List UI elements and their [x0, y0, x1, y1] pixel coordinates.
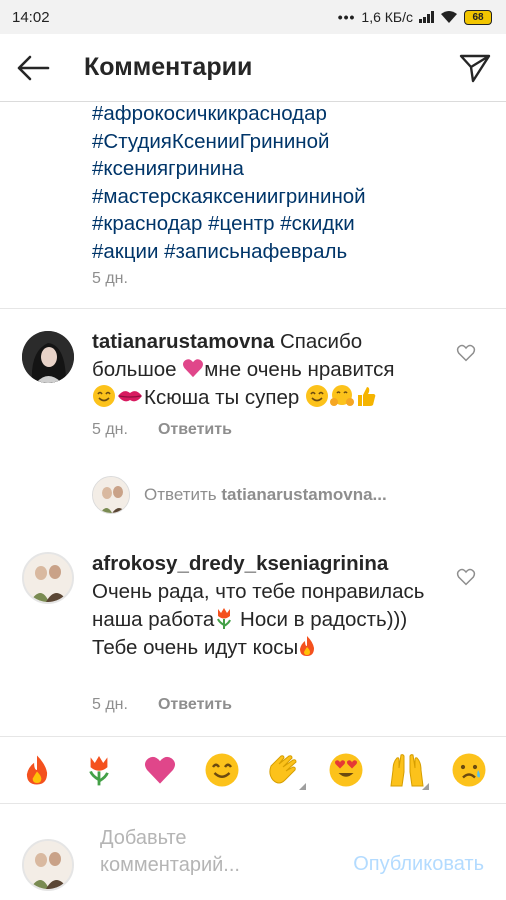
status-icons: ••• 1,6 КБ/с 68 — [338, 9, 492, 25]
divider — [0, 308, 506, 309]
emoji-heart-eyes-button[interactable] — [326, 750, 366, 790]
smiling-face-icon — [306, 385, 329, 407]
status-time: 14:02 — [12, 8, 50, 26]
reply-to-label: Ответить tatianarustamovna... — [144, 485, 387, 504]
profile-photo-icon — [24, 841, 72, 889]
emoji-heart-button[interactable] — [140, 750, 180, 790]
battery-icon: 68 — [464, 9, 492, 25]
back-button[interactable] — [0, 34, 66, 102]
emoji-tulip-button[interactable] — [79, 750, 119, 790]
hashtag-line[interactable]: #ксениягринина — [92, 155, 492, 183]
comment-username[interactable]: afrokosy_dredy_kseniagrinina — [92, 552, 388, 575]
smiling-face-icon — [205, 753, 239, 787]
arrow-left-icon — [17, 55, 50, 80]
reply-to-username: tatianarustamovna... — [221, 485, 387, 504]
avatar — [22, 839, 74, 891]
variant-indicator-icon — [422, 783, 430, 790]
publish-button[interactable]: Опубликовать — [353, 853, 484, 876]
heart-outline-icon — [456, 568, 476, 586]
caption-meta: 5 дн. — [92, 270, 128, 288]
emoji-clap-button[interactable] — [264, 750, 306, 790]
dots-icon: ••• — [337, 9, 356, 25]
hugging-face-icon — [330, 385, 355, 406]
like-comment-button[interactable] — [456, 568, 478, 590]
comment-composer: Добавьте комментарий... Опубликовать — [0, 805, 506, 900]
profile-photo-icon — [24, 554, 72, 602]
heart-eyes-icon — [329, 753, 363, 787]
fire-icon — [300, 636, 315, 656]
status-bar: 14:02 ••• 1,6 КБ/с 68 — [0, 0, 506, 34]
thumbs-up-icon — [358, 387, 376, 406]
raising-hands-icon — [390, 754, 424, 787]
hashtag-line[interactable]: #СтудияКсенииГрининой — [92, 128, 492, 156]
profile-photo-icon — [93, 477, 129, 513]
heart-outline-icon — [456, 344, 476, 362]
profile-photo-icon — [22, 331, 74, 383]
pink-heart-icon — [145, 756, 176, 784]
hashtag-line[interactable]: #акции #записьнафевраль — [92, 238, 492, 266]
comment-body: мне очень нравится — [204, 358, 395, 381]
tulip-icon — [88, 756, 109, 786]
network-speed: 1,6 КБ/с — [361, 9, 413, 25]
signal-icon — [419, 11, 434, 23]
avatar[interactable] — [22, 331, 74, 383]
kiss-mark-icon — [118, 391, 142, 402]
comment-time: 5 дн. — [92, 696, 128, 713]
emoji-sad-button[interactable] — [449, 750, 489, 790]
comment-body: Ксюша ты супер — [144, 386, 306, 409]
caption-time: 5 дн. — [92, 270, 128, 287]
emoji-fire-button[interactable] — [17, 750, 57, 790]
reply-button[interactable]: Ответить — [158, 421, 232, 439]
app-header: Комментарии — [0, 34, 506, 102]
hashtag-line[interactable]: #афрокосичкикраснодар — [92, 100, 492, 128]
tulip-icon — [217, 608, 232, 629]
comment-text: afrokosy_dredy_kseniagrinina Очень рада,… — [92, 550, 452, 662]
paper-plane-icon — [459, 54, 491, 82]
hashtag-line[interactable]: #краснодар #центр #скидки — [92, 210, 492, 238]
avatar[interactable] — [22, 552, 74, 604]
emoji-smile-button[interactable] — [202, 750, 242, 790]
like-comment-button[interactable] — [456, 344, 478, 366]
fire-icon — [26, 755, 47, 785]
avatar — [92, 476, 130, 514]
comment-input[interactable]: Добавьте комментарий... — [100, 825, 310, 879]
hashtag-line[interactable]: #мастерскаяксениигрининой — [92, 183, 492, 211]
comment-text: tatianarustamovna Спасибо большое мне оч… — [92, 328, 452, 412]
comment-username[interactable]: tatianarustamovna — [92, 330, 274, 353]
smiling-face-icon — [93, 385, 115, 407]
comment-time: 5 дн. — [92, 421, 128, 438]
clapping-hands-icon — [269, 755, 297, 784]
page-title: Комментарии — [84, 53, 253, 81]
comment-meta: 5 дн. Ответить — [92, 421, 232, 439]
pink-heart-icon — [183, 359, 204, 378]
wifi-icon — [441, 11, 457, 23]
direct-send-button[interactable] — [444, 34, 506, 102]
sad-face-icon — [452, 753, 486, 787]
caption-hashtags: #афрокосичкикраснодар #СтудияКсенииГрини… — [92, 100, 492, 265]
comment-meta: 5 дн. Ответить — [92, 696, 232, 714]
reply-prompt[interactable]: Ответить tatianarustamovna... — [92, 476, 387, 514]
emoji-raising-hands-button[interactable] — [387, 750, 430, 790]
emoji-quick-bar — [0, 736, 506, 804]
variant-indicator-icon — [298, 783, 306, 790]
reply-button[interactable]: Ответить — [158, 696, 232, 714]
